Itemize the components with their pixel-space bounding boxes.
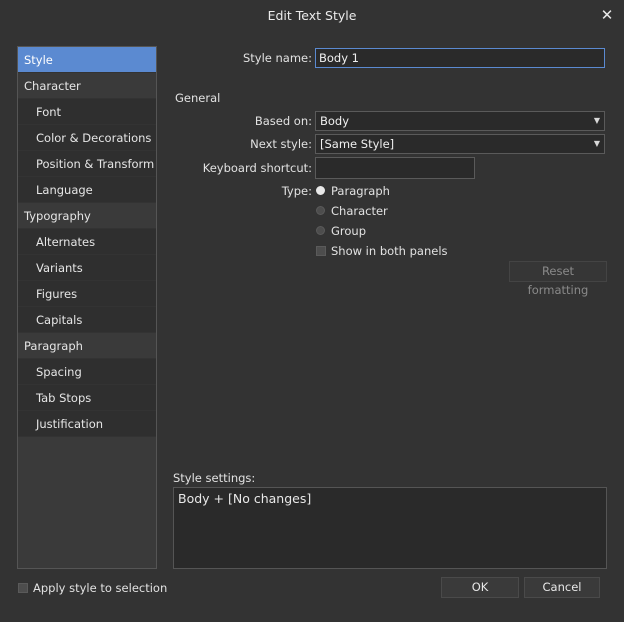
sidebar-item-position-transform[interactable]: Position & Transform (18, 151, 156, 177)
sidebar-item-figures[interactable]: Figures (18, 281, 156, 307)
style-name-input[interactable]: Body 1 (315, 48, 605, 68)
sidebar-item-typography[interactable]: Typography (18, 203, 156, 229)
style-settings-box: Body + [No changes] (173, 487, 607, 569)
sidebar-item-spacing[interactable]: Spacing (18, 359, 156, 385)
based-on-value: Body (320, 114, 350, 128)
sidebar-item-paragraph[interactable]: Paragraph (18, 333, 156, 359)
sidebar-item-variants[interactable]: Variants (18, 255, 156, 281)
sidebar-item-justification[interactable]: Justification (18, 411, 156, 437)
apply-style-checkbox[interactable] (18, 583, 28, 593)
type-label: Type: (281, 184, 312, 198)
sidebar-item-tab-stops[interactable]: Tab Stops (18, 385, 156, 411)
type-paragraph-label[interactable]: Paragraph (331, 184, 390, 198)
close-icon[interactable]: ✕ (596, 4, 618, 26)
chevron-down-icon: ▼ (593, 139, 600, 148)
type-group-label[interactable]: Group (331, 224, 366, 238)
sidebar-item-character[interactable]: Character (18, 73, 156, 99)
chevron-down-icon: ▼ (593, 116, 600, 125)
style-settings-label: Style settings: (173, 471, 256, 485)
based-on-label: Based on: (254, 114, 312, 128)
sidebar-item-font[interactable]: Font (18, 99, 156, 125)
type-paragraph-radio[interactable] (316, 186, 325, 195)
sidebar-item-alternates[interactable]: Alternates (18, 229, 156, 255)
reset-formatting-button[interactable]: Reset formatting (509, 261, 607, 297)
next-style-label: Next style: (250, 137, 312, 151)
style-settings-text: Body + [No changes] (178, 491, 312, 506)
cancel-button[interactable]: Cancel (524, 577, 600, 598)
sidebar-item-language[interactable]: Language (18, 177, 156, 203)
keyboard-shortcut-label: Keyboard shortcut: (202, 161, 312, 175)
next-style-value: [Same Style] (320, 137, 395, 151)
show-both-panels-label[interactable]: Show in both panels (331, 244, 448, 258)
sidebar-item-style[interactable]: Style (18, 47, 156, 73)
based-on-select[interactable]: Body ▼ (315, 111, 605, 131)
ok-button[interactable]: OK (441, 577, 519, 598)
dialog-title: Edit Text Style (0, 0, 624, 32)
sidebar-item-color-decorations[interactable]: Color & Decorations (18, 125, 156, 151)
type-group-radio[interactable] (316, 226, 325, 235)
apply-style-label[interactable]: Apply style to selection (33, 581, 167, 595)
keyboard-shortcut-field[interactable] (315, 157, 475, 179)
sidebar-nav: Style Character Font Color & Decorations… (17, 46, 157, 569)
general-heading: General (175, 91, 221, 105)
show-both-panels-checkbox[interactable] (316, 246, 326, 256)
type-character-label[interactable]: Character (331, 204, 388, 218)
style-name-label: Style name: (242, 51, 312, 65)
next-style-select[interactable]: [Same Style] ▼ (315, 134, 605, 154)
type-character-radio[interactable] (316, 206, 325, 215)
sidebar-item-capitals[interactable]: Capitals (18, 307, 156, 333)
